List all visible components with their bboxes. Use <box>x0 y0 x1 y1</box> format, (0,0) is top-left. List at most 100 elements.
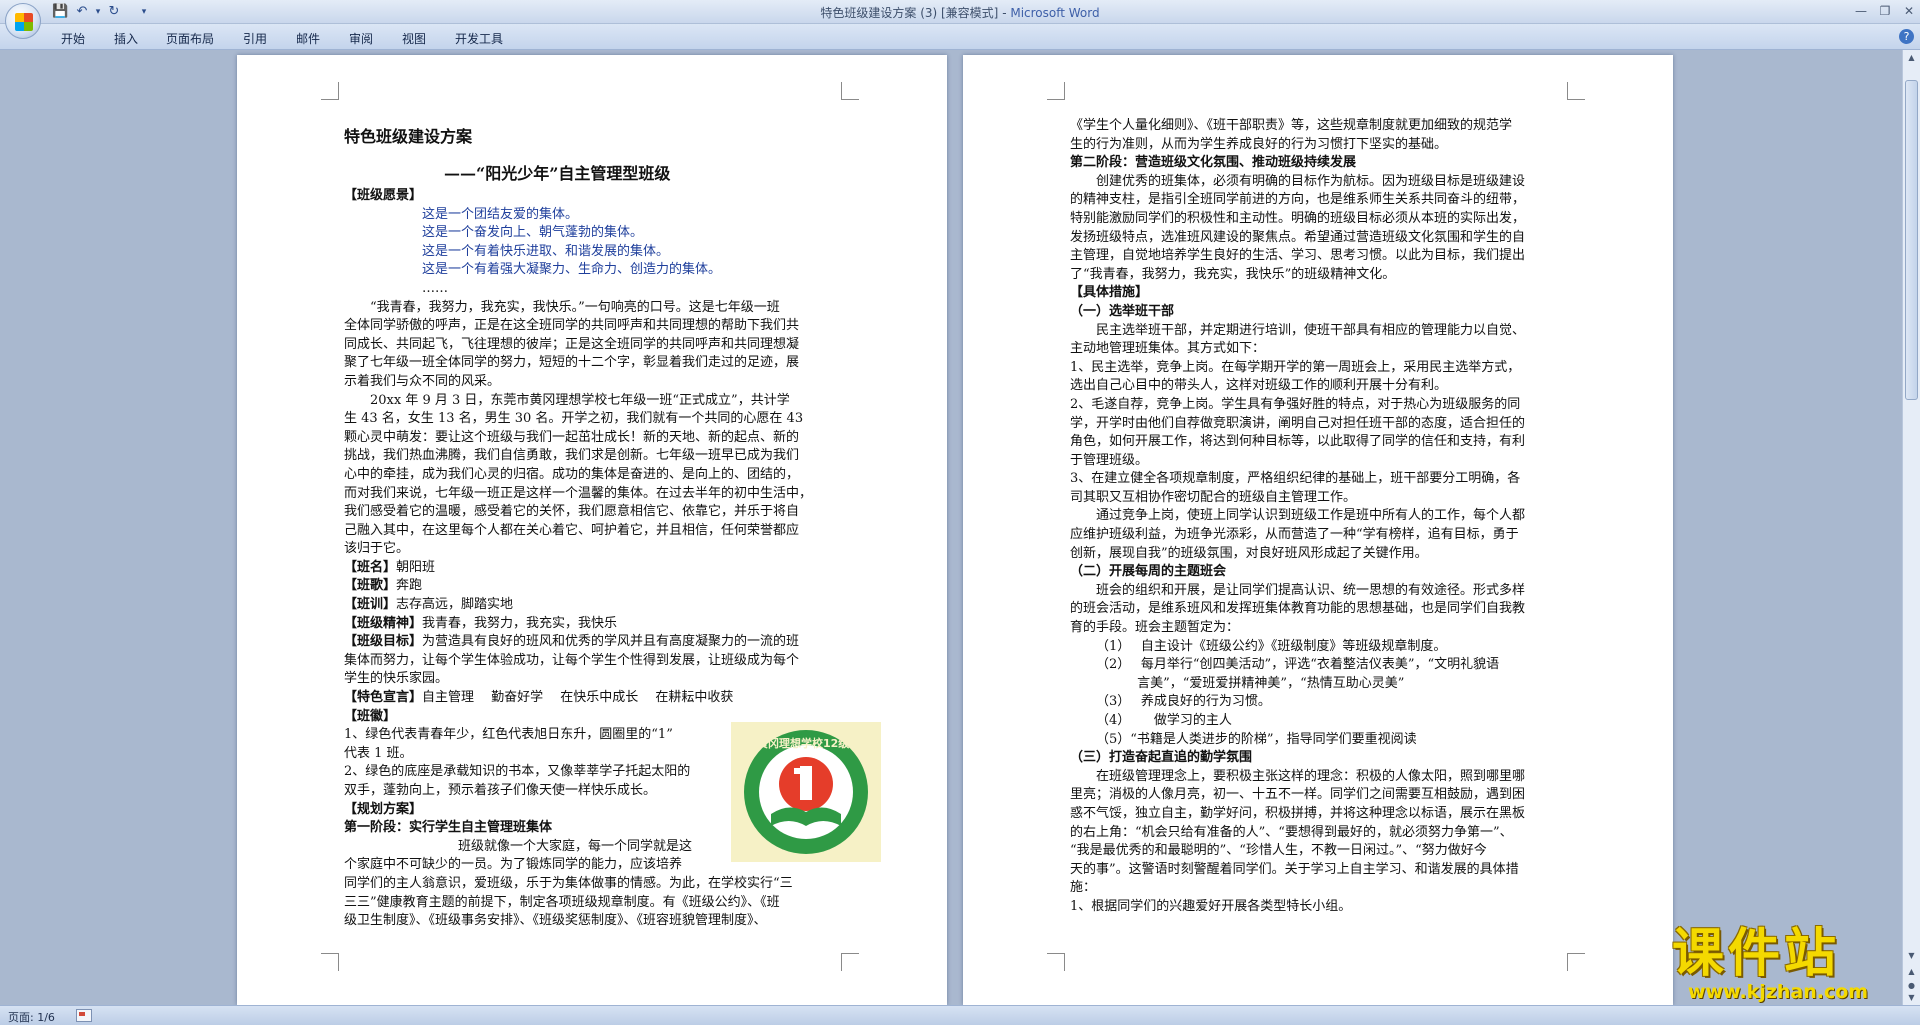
paragraph-line: 三三”健康教育主题的前提下，制定各项班级规章制度。有《班级公约》、《班 <box>344 894 780 910</box>
document-subtitle: ——“阳光少年”自主管理型班级 <box>444 164 671 183</box>
paragraph-line: 心中的牵挂，成为我们心灵的归宿。成功的集体是奋进的、是向上的、团结的， <box>344 466 800 482</box>
paragraph-line: 集体而努力，让每个学生体验成功，让每个学生个性得到发展，让班级成为每个 <box>344 652 800 668</box>
close-icon[interactable]: ✕ <box>1898 2 1920 20</box>
paragraph-line: 的右上角：“机会只给有准备的人”、“要想得到最好的，就必须努力争第一”、 <box>1070 824 1513 840</box>
tab-insert[interactable]: 插入 <box>114 30 138 47</box>
paragraph-line: 《学生个人量化细则》、《班干部职责》等，这些规章制度就更加细致的规范学 <box>1070 118 1513 133</box>
vertical-scrollbar[interactable]: ▲ ▼ ▲ ● ▼ <box>1902 50 1920 1005</box>
paragraph-line: 的班会活动，是维系班风和发挥班集体教育功能的思想基础，也是同学们自我教 <box>1070 601 1526 617</box>
vision-line: 这是一个有着强大凝聚力、生命力、创造力的集体。 <box>422 262 722 278</box>
margin-corner-mark <box>1567 953 1585 971</box>
field-label: 【班训】 <box>344 597 397 613</box>
minimize-icon[interactable]: — <box>1850 2 1872 20</box>
list-item: （2） 每月举行“创四美活动”，评选“衣着整洁仪表美”，“文明礼貌语 <box>1096 657 1500 673</box>
document-page-2[interactable]: 《学生个人量化细则》、《班干部职责》等，这些规章制度就更加细致的规范学 生的行为… <box>963 55 1673 1005</box>
list-item: （4） 做学习的主人 <box>1096 713 1232 728</box>
list-item: 选出自己心目中的带头人，这样对班级工作的顺利开展十分有利。 <box>1070 378 1448 394</box>
document-page-1[interactable]: 特色班级建设方案 ——“阳光少年”自主管理型班级 【班级愿景】 这是一个团结友爱… <box>237 55 947 1005</box>
title-bar: 💾 ↶ ▾ ↻ ▾ 特色班级建设方案 (3) [兼容模式] - Microsof… <box>0 0 1920 39</box>
tab-review[interactable]: 审阅 <box>349 30 373 47</box>
paragraph-line: 该归于它。 <box>344 541 410 557</box>
vision-label: 【班级愿景】 <box>344 188 423 203</box>
field-label: 【班级目标】 <box>344 634 423 650</box>
margin-corner-mark <box>1567 82 1585 100</box>
list-item: 学，开学时由他们自荐做竞职演讲，阐明自己对担任班干部的态度，适合担任的 <box>1070 415 1526 431</box>
field-value: 我青春，我努力，我充实，我快乐 <box>422 615 618 631</box>
site-watermark: 课件站 www.kjzhan.com <box>1668 925 1918 1005</box>
list-item: （3） 养成良好的行为习惯。 <box>1096 694 1271 710</box>
list-item: 1、民主选举，竞争上岗。在每学期开学的第一周班会上，采用民主选举方式， <box>1070 359 1521 375</box>
paragraph-line: 育的手段。班会主题暂定为： <box>1070 620 1240 636</box>
paragraph-line: 学生的快乐家园。 <box>344 671 449 687</box>
paragraph-line: 而对我们来说，七年级一班正是这样一个温馨的集体。在过去半年的初中生活中， <box>344 485 813 501</box>
paragraph-line: 创建优秀的班集体，必须有明确的目标作为航标。因为班级目标是班级建设 <box>1096 173 1526 189</box>
margin-corner-mark <box>321 953 339 971</box>
paragraph-line: 在班级管理理念上，要积极主张这样的理念：积极的人像太阳，照到哪里哪 <box>1096 768 1526 784</box>
paragraph-line: 应维护班级利益，为班争光添彩，从而营造了一种“学有榜样，追有目标，勇于 <box>1070 527 1519 543</box>
field-label: 【班级精神】 <box>344 615 423 631</box>
field-value: 志存高远，脚踏实地 <box>396 597 514 613</box>
help-icon[interactable]: ? <box>1899 29 1914 44</box>
paragraph-line: “我青春，我努力，我充实，我快乐。”一句响亮的口号。这是七年级一班 <box>370 299 780 315</box>
macro-recording-icon[interactable] <box>76 1009 92 1022</box>
list-item: 言美”，“爱班爱拼精神美”，“热情互助心灵美” <box>1120 675 1405 691</box>
paragraph-line: 生的行为准则，从而为学生养成良好的行为习惯打下坚实的基础。 <box>1070 136 1448 152</box>
tab-view[interactable]: 视图 <box>402 30 426 47</box>
paragraph-line: 20xx 年 9 月 3 日，东莞市黄冈理想学校七年级一班“正式成立”，共计学 <box>370 392 790 408</box>
list-item: 3、在建立健全各项规章制度，严格组织纪律的基础上，班干部要分工明确，各 <box>1070 471 1521 487</box>
paragraph-line: 班会的组织和开展，是让同学们提高认识、统一思想的有效途径。形式多样 <box>1096 582 1526 598</box>
vision-line: …… <box>422 280 448 296</box>
scrollbar-thumb[interactable] <box>1905 80 1918 400</box>
paragraph-line: 聚了七年级一班全体同学的努力，短短的十二个字，彰显着我们走过的足迹，展 <box>344 355 800 371</box>
office-button[interactable] <box>5 3 41 39</box>
paragraph-line: 创新，展现自我”的班级氛围，对良好班风形成起了关键作用。 <box>1070 545 1428 561</box>
tab-developer[interactable]: 开发工具 <box>455 30 503 47</box>
class-song-field: 【班歌】奔跑 <box>344 577 812 596</box>
paragraph-line: 级卫生制度》、《班级事务安排》、《班级奖惩制度》、《班容班貌管理制度》、 <box>344 913 767 929</box>
tab-references[interactable]: 引用 <box>243 30 267 47</box>
paragraph-line: 示着我们与众不同的风采。 <box>344 373 501 389</box>
margin-corner-mark <box>1047 82 1065 100</box>
vision-line: 这是一个有着快乐进取、和谐发展的集体。 <box>422 243 670 259</box>
list-item: （5）“书籍是人类进步的阶梯”，指导同学们要重视阅读 <box>1096 731 1417 747</box>
measures-label: 【具体措施】 <box>1070 285 1149 301</box>
paragraph-line: 全体同学骄傲的呼声，正是在这全班同学的共同呼声和共同理想的帮助下我们共 <box>344 318 800 334</box>
field-label: 【特色宣言】 <box>344 690 423 706</box>
vision-line: 这是一个奋发向上、朝气蓬勃的集体。 <box>422 225 644 241</box>
list-item: 角色，如何开展工作，将达到何种目标等，以此取得了同学的信任和支持，有利 <box>1070 434 1526 450</box>
paragraph-line: 同成长、共同起飞，飞往理想的彼岸；正是这全班同学的共同呼声和共同理想凝 <box>344 336 800 352</box>
paragraph-line: 挑战，我们热血沸腾，我们自信勇敢，我们求是创新。七年级一班早已成为我们 <box>344 448 800 464</box>
tab-home[interactable]: 开始 <box>61 30 85 47</box>
paragraph-line: 发扬班级特点，选准班风建设的聚焦点。希望通过营造班级文化氛围和学生的自 <box>1070 229 1526 245</box>
paragraph-line: 施： <box>1070 880 1097 896</box>
margin-corner-mark <box>841 82 859 100</box>
paragraph-line: 主管理，自觉地培养学生良好的生活、学习、思考习惯。以此为目标，我们提出 <box>1070 248 1526 264</box>
stage2-title: 第二阶段：营造班级文化氛围、推动班级持续发展 <box>1070 155 1357 171</box>
page2-text: 《学生个人量化细则》、《班干部职责》等，这些规章制度就更加细致的规范学 生的行为… <box>1070 117 1525 917</box>
field-value: 自主管理 勤奋好学 在快乐中成长 在耕耘中收获 <box>422 690 734 706</box>
section-title: （三）打造奋起直追的勤学氛围 <box>1070 750 1253 766</box>
paragraph-line: 我们感受着它的温暖，感受着它的关怀，我们愿意相信它、依靠它，并乐于将自 <box>344 504 800 520</box>
paragraph-line: 里亮；消极的人像月亮，初一、十五不一样。同学们之间需要互相鼓励，遇到困 <box>1070 787 1526 803</box>
title-separator: - <box>998 6 1011 20</box>
list-item: （1） 自主设计《班级公约》《班级制度》等班级规章制度。 <box>1096 638 1447 654</box>
class-motto-field: 【班训】志存高远，脚踏实地 <box>344 596 812 615</box>
page-count-indicator[interactable]: 页面: 1/6 <box>8 1009 55 1025</box>
list-item: 1、根据同学们的兴趣爱好开展各类型特长小组。 <box>1070 898 1352 914</box>
paragraph-line: 天的事”。这警语时刻警醒着同学们。关于学习上自主学习、和谐发展的具体措 <box>1070 861 1519 877</box>
ribbon-tabs: 开始 插入 页面布局 引用 邮件 审阅 视图 开发工具 ? <box>0 24 1920 50</box>
document-title: 特色班级建设方案 (3) [兼容模式] <box>820 6 999 20</box>
field-label: 【班歌】 <box>344 578 397 594</box>
scroll-up-icon[interactable]: ▲ <box>1905 52 1918 64</box>
paragraph-line: 主动地管理班集体。其方式如下： <box>1070 341 1266 357</box>
paragraph-line: 特别能激励同学们的积极性和主动性。明确的班级目标必须从本班的实际出发， <box>1070 210 1526 226</box>
tab-mailings[interactable]: 邮件 <box>296 30 320 47</box>
watermark-logo-text: 课件站 <box>1672 924 1841 984</box>
paragraph-line: “我是最优秀的和最聪明的”、“珍惜人生，不教一日闲过。”、“努力做好今 <box>1070 843 1487 859</box>
paragraph-line: 的精神支柱，是指引全班同学前进的方向，也是维系师生关系共同奋斗的纽带， <box>1070 192 1526 208</box>
restore-icon[interactable]: ❐ <box>1874 2 1896 20</box>
tab-page-layout[interactable]: 页面布局 <box>166 30 214 47</box>
document-title-heading: 特色班级建设方案 <box>344 127 473 146</box>
field-value: 为营造具有良好的班风和优秀的学风并且有高度凝聚力的一流的班 <box>422 634 800 650</box>
paragraph-line: 颗心灵中萌发：要让这个班级与我们一起茁壮成长！新的天地、新的起点、新的 <box>344 429 800 445</box>
